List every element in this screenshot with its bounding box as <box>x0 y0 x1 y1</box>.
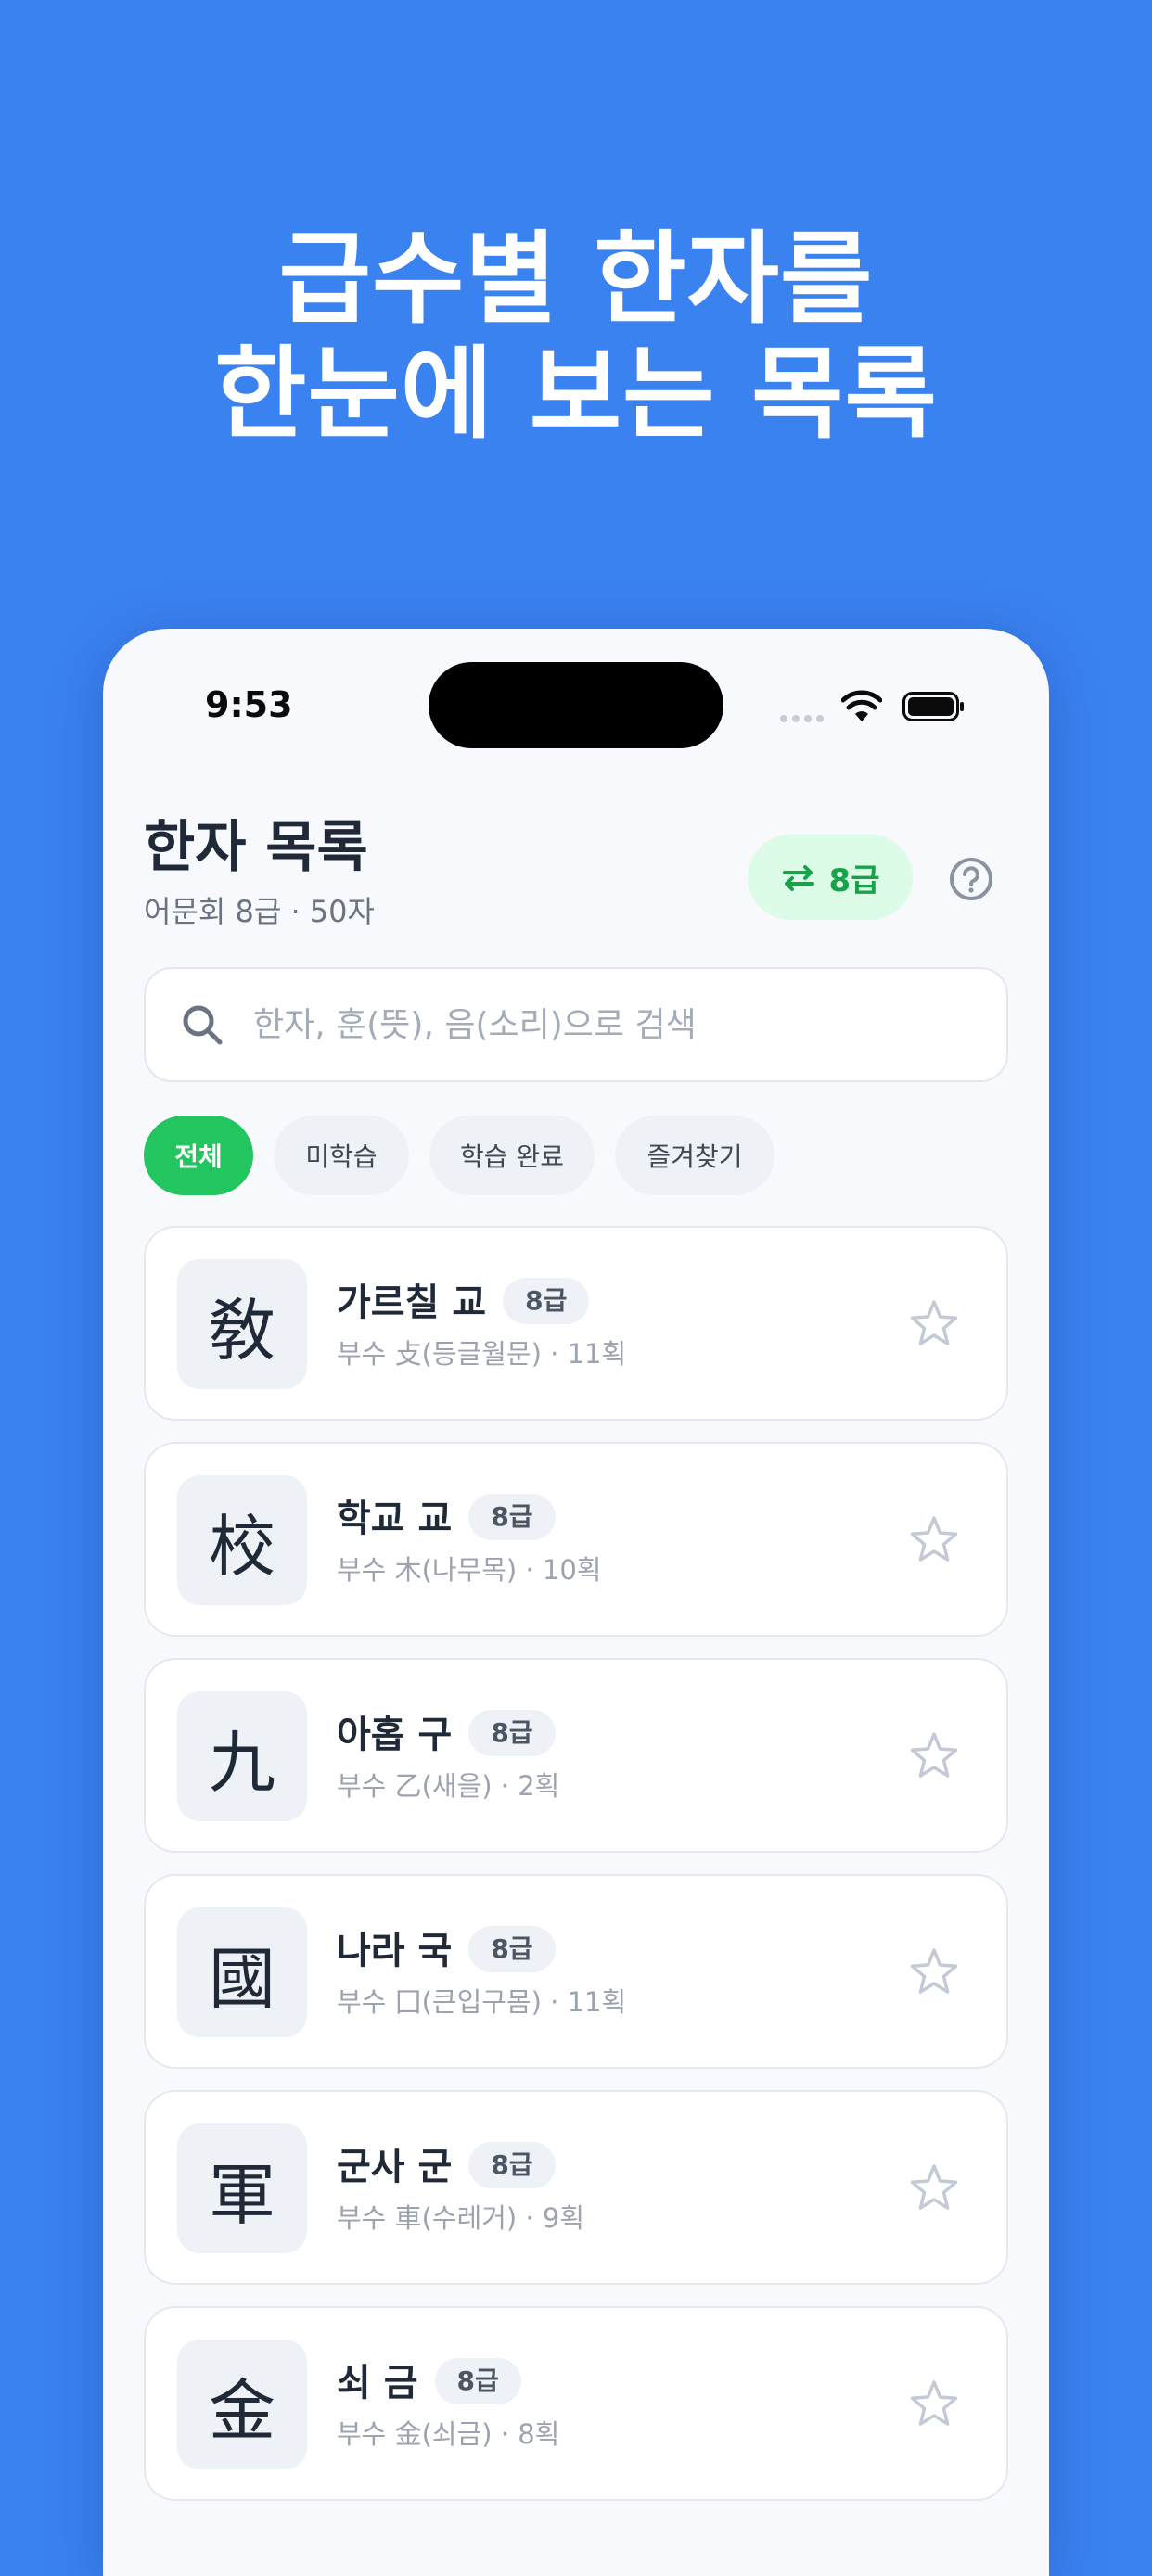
hanja-detail: 부수 車(수레거) · 9획 <box>337 2202 585 2234</box>
star-icon[interactable] <box>906 2377 962 2432</box>
grade-badge: 8급 <box>468 1926 556 1972</box>
phone-screen: 9:53 한자 목록 어문회 8급 · 50자 8급 전체 미학습 <box>103 629 1049 2576</box>
search-icon <box>183 1005 223 1045</box>
hanja-character: 校 <box>177 1475 307 1605</box>
hanja-detail: 부수 金(쇠금) · 8획 <box>337 2418 560 2450</box>
meaning-text: 학교 교 <box>337 1498 453 1540</box>
hanja-detail: 부수 乙(새을) · 2획 <box>337 1770 560 1802</box>
meaning-text: 쇠 금 <box>337 2362 418 2404</box>
list-item[interactable]: 金 쇠 금 8급 부수 金(쇠금) · 8획 <box>144 2306 1008 2501</box>
star-icon[interactable] <box>906 1728 962 1784</box>
filter-chip-learned[interactable]: 학습 완료 <box>429 1116 595 1195</box>
hanja-meaning: 가르칠 교 8급 <box>337 1278 590 1328</box>
dynamic-island <box>429 662 723 748</box>
grade-badge: 8급 <box>468 1494 556 1540</box>
swap-arrows-icon <box>782 865 814 891</box>
headline-line-1: 급수별 한자를 <box>278 222 874 338</box>
star-icon[interactable] <box>906 2161 962 2216</box>
promo-headline: 급수별 한자를 한눈에 보는 목록 <box>0 223 1152 453</box>
signal-dots-icon <box>780 715 824 722</box>
hanja-character: 軍 <box>177 2123 307 2253</box>
hanja-character: 九 <box>177 1691 307 1821</box>
hanja-character: 國 <box>177 1907 307 2037</box>
hanja-meaning: 쇠 금 8급 <box>337 2358 521 2408</box>
page-subtitle: 어문회 8급 · 50자 <box>144 894 375 929</box>
hanja-meaning: 학교 교 8급 <box>337 1494 556 1544</box>
hanja-detail: 부수 囗(큰입구몸) · 11획 <box>337 1986 627 2018</box>
battery-icon <box>902 692 964 721</box>
search-input[interactable] <box>251 1004 960 1045</box>
star-icon[interactable] <box>906 1512 962 1568</box>
filter-chip-all[interactable]: 전체 <box>144 1116 253 1195</box>
page-title: 한자 목록 <box>144 815 368 880</box>
grade-badge: 8급 <box>468 1710 556 1756</box>
grade-badge: 8급 <box>468 2142 556 2188</box>
hanja-character: 金 <box>177 2340 307 2469</box>
filter-chip-unlearned[interactable]: 미학습 <box>274 1116 409 1195</box>
list-item[interactable]: 九 아홉 구 8급 부수 乙(새을) · 2획 <box>144 1658 1008 1853</box>
hanja-meaning: 아홉 구 8급 <box>337 1710 556 1760</box>
filter-chips: 전체 미학습 학습 완료 즐겨찾기 <box>144 1116 774 1195</box>
meaning-text: 나라 국 <box>337 1930 453 1972</box>
list-item[interactable]: 國 나라 국 8급 부수 囗(큰입구몸) · 11획 <box>144 1874 1008 2069</box>
list-item[interactable]: 校 학교 교 8급 부수 木(나무목) · 10획 <box>144 1442 1008 1637</box>
hanja-detail: 부수 木(나무목) · 10획 <box>337 1554 602 1586</box>
question-circle-icon[interactable] <box>948 856 994 902</box>
list-item[interactable]: 敎 가르칠 교 8급 부수 攴(등글월문) · 11획 <box>144 1226 1008 1421</box>
grade-badge: 8급 <box>434 2358 521 2404</box>
headline-line-2: 한눈에 보는 목록 <box>214 337 938 453</box>
search-box <box>144 967 1008 1082</box>
meaning-text: 가르칠 교 <box>337 1282 487 1324</box>
meaning-text: 군사 군 <box>337 2146 453 2188</box>
status-time: 9:53 <box>205 684 293 725</box>
meaning-text: 아홉 구 <box>337 1714 453 1756</box>
grade-switch-button[interactable]: 8급 <box>748 835 913 920</box>
hanja-character: 敎 <box>177 1259 307 1389</box>
hanja-meaning: 군사 군 8급 <box>337 2142 556 2192</box>
star-icon[interactable] <box>906 1945 962 2000</box>
hanja-meaning: 나라 국 8급 <box>337 1926 556 1976</box>
grade-badge: 8급 <box>503 1278 590 1324</box>
filter-chip-favorites[interactable]: 즐겨찾기 <box>615 1116 774 1195</box>
list-item[interactable]: 軍 군사 군 8급 부수 車(수레거) · 9획 <box>144 2090 1008 2285</box>
wifi-icon <box>841 690 882 721</box>
hanja-detail: 부수 攴(등글월문) · 11획 <box>337 1338 627 1370</box>
star-icon[interactable] <box>906 1296 962 1352</box>
grade-button-label: 8급 <box>828 861 880 899</box>
